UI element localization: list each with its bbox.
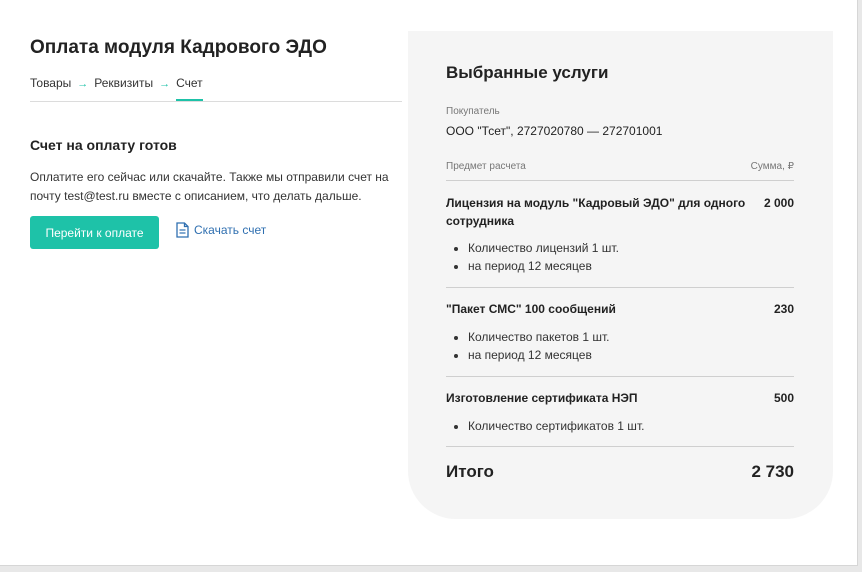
service-detail: Количество пакетов 1 шт. (468, 328, 610, 346)
service-details: Количество лицензий 1 шт. на период 12 м… (446, 239, 619, 275)
breadcrumb: Товары → Реквизиты → Счет (30, 76, 402, 102)
buyer-value: ООО "Тсет", 2727020780 — 272701001 (446, 124, 663, 138)
service-row-certificate: Изготовление сертификата НЭП 500 Количес… (446, 389, 794, 447)
service-detail: Количество лицензий 1 шт. (468, 239, 619, 257)
service-amount: 500 (773, 391, 794, 405)
buyer-label: Покупатель (446, 106, 500, 117)
invoice-ready-heading: Счет на оплату готов (30, 137, 177, 153)
selected-services-panel: Выбранные услуги Покупатель ООО "Тсет", … (408, 31, 833, 519)
go-to-payment-button[interactable]: Перейти к оплате (30, 216, 159, 249)
download-invoice-link[interactable]: Скачать счет (176, 222, 266, 238)
service-name: Изготовление сертификата НЭП (446, 391, 638, 405)
services-table-header: Предмет расчета Сумма, ₽ (446, 161, 794, 181)
document-icon (176, 222, 189, 238)
total-value: 2 730 (751, 462, 794, 481)
selected-services-title: Выбранные услуги (446, 63, 609, 82)
breadcrumb-item-details[interactable]: Реквизиты (94, 76, 153, 90)
total-label: Итого (446, 462, 494, 481)
service-row-license: Лицензия на модуль "Кадровый ЭДО" для од… (446, 194, 794, 288)
payment-window: Оплата модуля Кадрового ЭДО Товары → Рекви… (0, 0, 858, 566)
service-details: Количество пакетов 1 шт. на период 12 ме… (446, 328, 610, 364)
breadcrumb-item-goods[interactable]: Товары (30, 76, 71, 90)
service-detail: на период 12 месяцев (468, 346, 610, 364)
invoice-description: Оплатите его сейчас или скачайте. Также … (30, 170, 389, 203)
service-detail: Количество сертификатов 1 шт. (468, 417, 644, 435)
breadcrumb-arrow-icon: → (77, 78, 89, 90)
service-details: Количество сертификатов 1 шт. (446, 417, 644, 435)
service-row-sms-package: "Пакет СМС" 100 сообщений 230 Количество… (446, 300, 794, 377)
breadcrumb-item-invoice[interactable]: Счет (176, 76, 203, 101)
download-invoice-label: Скачать счет (194, 223, 267, 237)
page-title: Оплата модуля Кадрового ЭДО (30, 37, 327, 58)
service-amount: 2 000 (763, 196, 794, 210)
breadcrumb-arrow-icon: → (159, 78, 171, 90)
service-name: "Пакет СМС" 100 сообщений (446, 302, 616, 316)
service-amount: 230 (773, 302, 794, 316)
service-detail: на период 12 месяцев (468, 257, 619, 275)
column-header-item: Предмет расчета (446, 161, 526, 172)
service-name: Лицензия на модуль "Кадровый ЭДО" для од… (446, 196, 746, 228)
column-header-amount: Сумма, ₽ (750, 161, 794, 172)
